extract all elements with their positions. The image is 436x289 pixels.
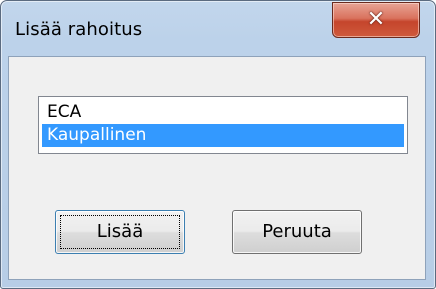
close-icon: ✕ [366, 7, 386, 32]
window-title: Lisää rahoitus [15, 19, 143, 40]
dialog-window: Lisää rahoitus ✕ ECA Kaupallinen Lisää P… [0, 0, 436, 289]
list-item-kaupallinen[interactable]: Kaupallinen [42, 124, 404, 147]
close-button[interactable]: ✕ [332, 2, 420, 38]
list-item-eca[interactable]: ECA [42, 101, 404, 124]
financing-listbox[interactable]: ECA Kaupallinen [38, 96, 408, 154]
title-bar[interactable]: Lisää rahoitus ✕ [1, 1, 435, 56]
cancel-button-label: Peruuta [262, 221, 332, 242]
dialog-content: ECA Kaupallinen Lisää Peruuta [8, 56, 426, 280]
cancel-button[interactable]: Peruuta [232, 210, 362, 254]
add-button-label: Lisää [96, 221, 144, 242]
add-button[interactable]: Lisää [55, 210, 185, 254]
